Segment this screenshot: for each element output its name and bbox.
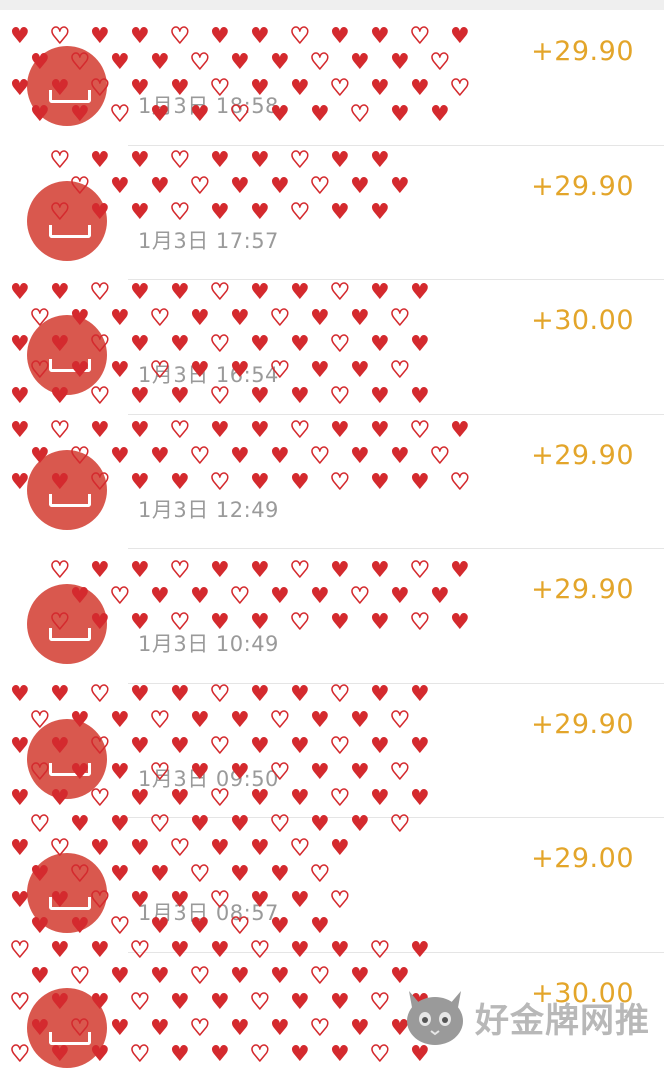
transaction-list: 1月3日 18:58 +29.90 1月3日 17:57 +29.90 1月3日…: [0, 10, 664, 1086]
cat-logo-icon: [401, 987, 469, 1047]
transaction-row[interactable]: 1月3日 09:50 +29.90: [0, 683, 664, 818]
transaction-amount: +29.90: [531, 440, 634, 471]
avatar: [27, 315, 107, 395]
transaction-amount: +29.00: [531, 843, 634, 874]
avatar: [27, 181, 107, 261]
avatar: [27, 584, 107, 664]
payer-name: [140, 44, 480, 78]
transaction-time: 1月3日 09:50: [138, 763, 279, 793]
transaction-amount: +29.90: [531, 36, 634, 67]
watermark: 好金牌网推: [401, 987, 650, 1047]
payer-name: [140, 717, 480, 751]
transaction-row[interactable]: 1月3日 12:49 +29.90: [0, 414, 664, 549]
top-bar: [0, 0, 664, 10]
watermark-text: 好金牌网推: [475, 993, 650, 1042]
transaction-time: 1月3日 18:58: [138, 90, 279, 120]
avatar: [27, 450, 107, 530]
transaction-time: 1月3日 08:57: [138, 897, 279, 927]
avatar: [27, 46, 107, 126]
avatar: [27, 988, 107, 1068]
transaction-row[interactable]: 1月3日 16:54 +30.00: [0, 279, 664, 414]
transaction-row[interactable]: 1月3日 18:58 +29.90: [0, 10, 664, 145]
payer-name: [140, 313, 480, 347]
payer-name: [140, 448, 480, 482]
transaction-time: 1月3日 10:49: [138, 628, 279, 658]
avatar: [27, 719, 107, 799]
transaction-amount: +29.90: [531, 709, 634, 740]
transaction-row[interactable]: 1月3日 17:57 +29.90: [0, 145, 664, 280]
transaction-row[interactable]: 1月3日 10:49 +29.90: [0, 548, 664, 683]
avatar: [27, 853, 107, 933]
payer-name: [140, 851, 480, 885]
transaction-time: 1月3日 17:57: [138, 225, 279, 255]
transaction-time: 1月3日 12:49: [138, 494, 279, 524]
payer-name: [140, 179, 480, 213]
transaction-row[interactable]: 1月3日 08:57 +29.00: [0, 817, 664, 952]
transaction-amount: +29.90: [531, 171, 634, 202]
transaction-time: 1月3日 16:54: [138, 359, 279, 389]
transaction-amount: +30.00: [531, 305, 634, 336]
payer-name: [140, 582, 480, 616]
transaction-amount: +29.90: [531, 574, 634, 605]
